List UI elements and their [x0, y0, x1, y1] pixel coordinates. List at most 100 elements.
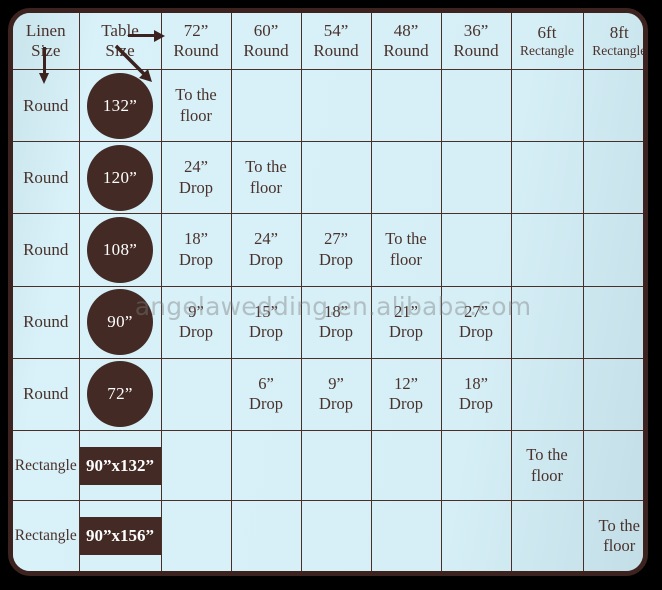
cell-to-the-floor: To the floor: [582, 500, 643, 571]
cell-to-the-floor: To the floor: [370, 213, 442, 287]
linen-shape-label: Round: [23, 240, 69, 260]
cell-line2: Drop: [459, 322, 493, 342]
cell-line2: Drop: [249, 322, 283, 342]
cell-empty: [370, 68, 442, 143]
cell-line2: Drop: [389, 394, 423, 414]
table-row: Round 72” 6” Drop 9” Drop 12” Drop 18” Drop: [13, 357, 643, 432]
cell-to-the-floor: To the floor: [160, 68, 232, 143]
column-header-line1: 36”: [463, 20, 489, 40]
table-size-rect-badge: 90”x156”: [79, 517, 161, 556]
linen-shape-cell: Round: [13, 213, 80, 287]
linen-shape-label: Round: [23, 95, 69, 115]
cell-empty: [440, 68, 512, 143]
cell-line1: 24”: [184, 157, 208, 177]
header-linen-size: Linen Size: [13, 13, 80, 84]
header-table-size-line1: Table: [101, 20, 139, 40]
column-header-line2: Rectangle: [520, 43, 574, 59]
cell-empty: [300, 430, 372, 502]
cell-line2: Drop: [319, 322, 353, 342]
cell-empty: [440, 430, 512, 502]
table-row: Round 90” 9” Drop 15” Drop 18” Drop 21” Drop 27” Dr…: [13, 285, 643, 359]
table-row: Rectangle 90”x132” To the floor: [13, 430, 643, 502]
table-size-cell: 90”x132”: [78, 430, 162, 502]
cell-empty: [510, 500, 584, 571]
cell-line1: 15”: [254, 301, 278, 321]
cell-line2: Drop: [459, 394, 493, 414]
cell-line1: 27”: [324, 229, 348, 249]
table-size-cell: 120”: [78, 141, 162, 215]
column-header-line2: Round: [383, 41, 429, 60]
cell-line2: Drop: [249, 394, 283, 414]
table-row: Rectangle 90”x156” To the floor: [13, 500, 643, 571]
cell-line2: Drop: [389, 322, 423, 342]
table-size-rect-badge: 90”x132”: [79, 446, 161, 485]
column-header-line2: Rectangle: [592, 43, 643, 59]
column-header-72-round: 72” Round: [160, 13, 232, 70]
column-header-line1: 60”: [253, 20, 279, 40]
cell-empty: [230, 430, 302, 502]
table-body: Round 132” To the floor Round 120” 24” Drop To t…: [13, 68, 643, 571]
column-header-line1: 8ft: [609, 23, 629, 43]
cell-line1: 9”: [328, 373, 344, 393]
table-size-cell: 72”: [78, 357, 162, 432]
linen-shape-cell: Round: [13, 68, 80, 143]
cell-drop-value: 9” Drop: [160, 285, 232, 359]
cell-empty: [510, 357, 584, 432]
table-row: Round 108” 18” Drop 24” Drop 27” Drop To the floo…: [13, 213, 643, 287]
cell-line1: To the: [526, 445, 568, 465]
linen-shape-cell: Round: [13, 141, 80, 215]
table-row: Round 120” 24” Drop To the floor: [13, 141, 643, 215]
column-header-8ft-rectangle: 8ft Rectangle: [582, 13, 643, 70]
linen-shape-label: Round: [23, 167, 69, 187]
column-header-36-round: 36” Round: [440, 13, 512, 70]
table-size-circle-badge: 132”: [87, 72, 153, 139]
cell-drop-value: 24” Drop: [160, 141, 232, 215]
linen-shape-label: Round: [23, 312, 69, 332]
linen-shape-cell: Round: [13, 357, 80, 432]
cell-empty: [440, 141, 512, 215]
cell-line2: floor: [249, 177, 283, 197]
cell-line1: 6”: [258, 373, 274, 393]
linen-shape-label: Round: [23, 384, 69, 404]
cell-empty: [370, 500, 442, 571]
linen-size-chart-frame: Linen Size Table Size: [8, 8, 648, 576]
column-header-line1: 54”: [323, 20, 349, 40]
table-size-circle-badge: 90”: [87, 289, 153, 356]
linen-shape-label: Rectangle: [14, 527, 77, 545]
column-header-line2: Round: [313, 41, 359, 60]
column-header-54-round: 54” Round: [300, 13, 372, 70]
cell-line1: 12”: [394, 373, 418, 393]
cell-line1: 9”: [188, 301, 204, 321]
cell-line1: To the: [245, 157, 287, 177]
cell-empty: [510, 285, 584, 359]
cell-line2: floor: [530, 465, 564, 485]
cell-empty: [510, 68, 584, 143]
cell-line1: 18”: [324, 301, 348, 321]
cell-line2: Drop: [249, 250, 283, 270]
linen-shape-cell: Rectangle: [13, 430, 80, 502]
cell-empty: [582, 357, 643, 432]
table-size-cell: 90”x156”: [78, 500, 162, 571]
table-header: Linen Size Table Size: [13, 13, 643, 84]
cell-empty: [160, 500, 232, 571]
cell-empty: [370, 430, 442, 502]
cell-drop-value: 27” Drop: [440, 285, 512, 359]
cell-empty: [582, 285, 643, 359]
cell-empty: [510, 141, 584, 215]
cell-drop-value: 18” Drop: [440, 357, 512, 432]
column-header-line2: Round: [453, 41, 499, 60]
cell-drop-value: 6” Drop: [230, 357, 302, 432]
cell-drop-value: 21” Drop: [370, 285, 442, 359]
table-row: Round 132” To the floor: [13, 68, 643, 143]
linen-shape-cell: Round: [13, 285, 80, 359]
cell-empty: [160, 430, 232, 502]
cell-to-the-floor: To the floor: [510, 430, 584, 502]
cell-line1: 27”: [464, 301, 488, 321]
cell-to-the-floor: To the floor: [230, 141, 302, 215]
cell-empty: [230, 68, 302, 143]
linen-shape-cell: Rectangle: [13, 500, 80, 571]
linen-shape-label: Rectangle: [14, 456, 77, 474]
column-header-line1: 6ft: [537, 23, 557, 43]
cell-line1: 21”: [394, 301, 418, 321]
cell-line1: 18”: [184, 229, 208, 249]
